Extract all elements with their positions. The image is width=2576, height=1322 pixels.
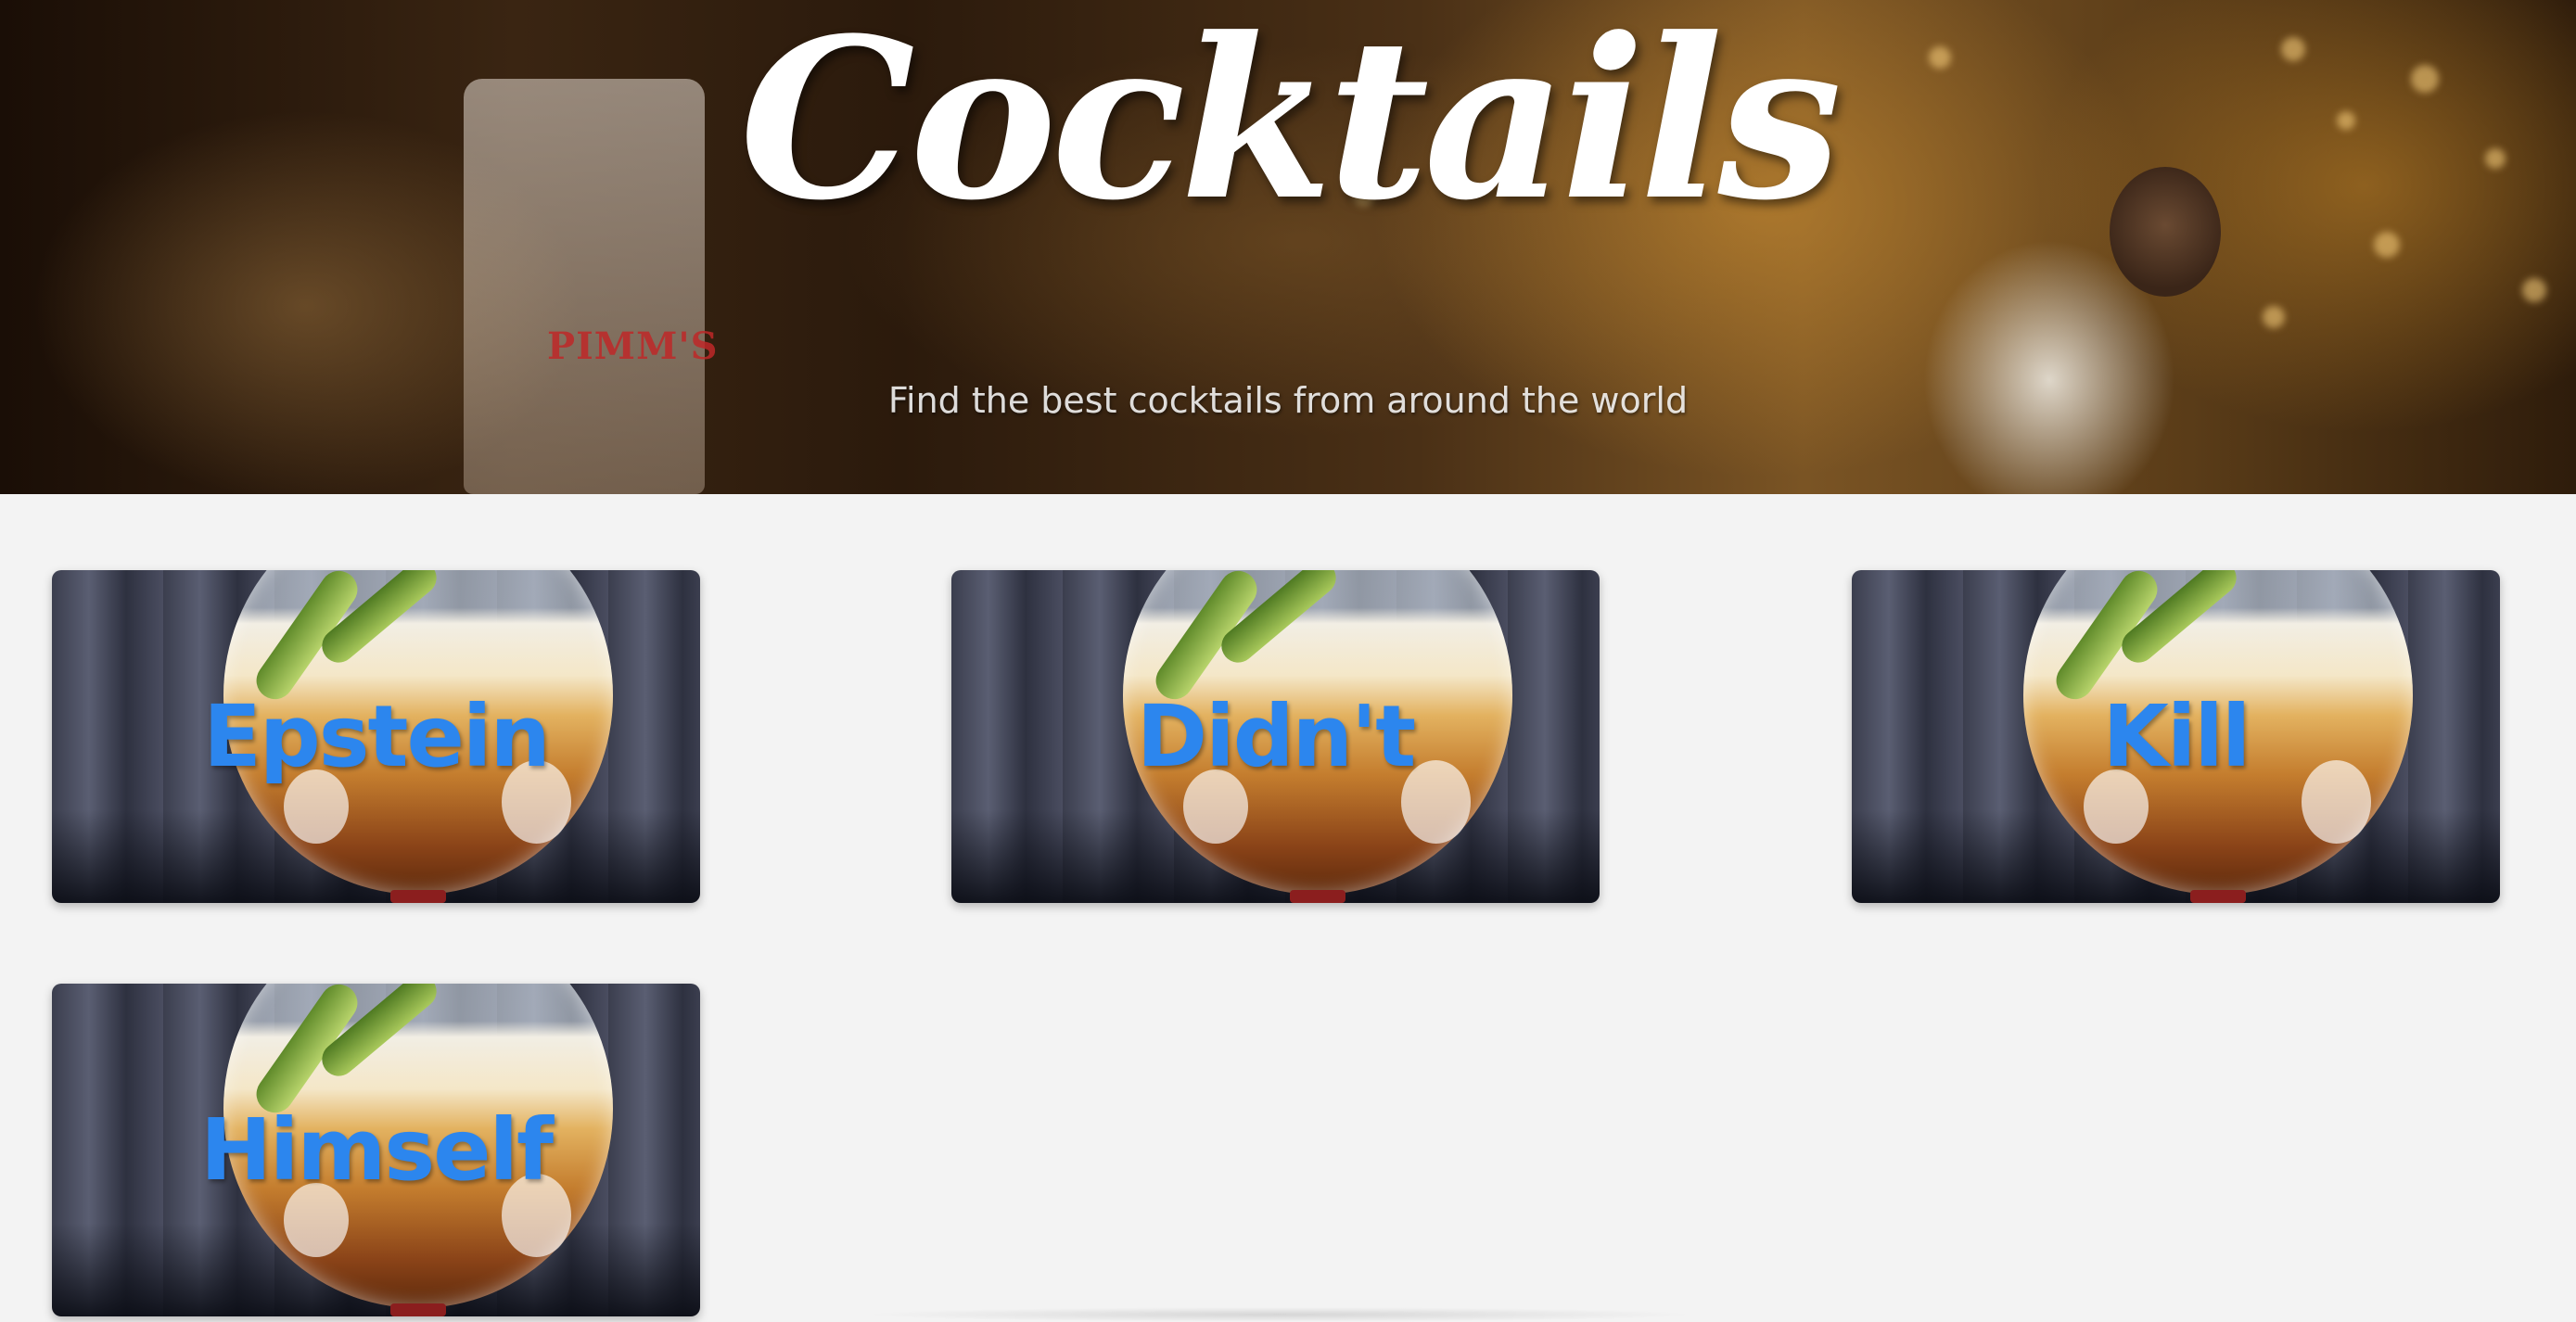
pitcher-label: PIMM'S <box>547 324 719 368</box>
page-title: Cocktails <box>739 0 1843 249</box>
cocktail-card[interactable]: Himself <box>52 984 700 1316</box>
cocktail-card[interactable]: Didn't <box>951 570 1600 903</box>
bokeh-light <box>2263 306 2285 328</box>
page-subtitle: Find the best cocktails from around the … <box>887 380 1689 421</box>
cocktail-card-title: Himself <box>199 1100 554 1200</box>
page-bottom-shadow <box>862 1307 1697 1322</box>
cocktail-card-title: Didn't <box>1136 687 1416 786</box>
cocktail-card[interactable]: Epstein <box>52 570 700 903</box>
hero-banner: PIMM'S Cocktails Find the best cocktails… <box>0 0 2576 494</box>
cocktail-card[interactable]: Kill <box>1852 570 2500 903</box>
cocktail-card-title: Kill <box>2102 687 2251 786</box>
bokeh-light <box>2522 278 2546 302</box>
cocktail-card-title: Epstein <box>203 687 551 786</box>
